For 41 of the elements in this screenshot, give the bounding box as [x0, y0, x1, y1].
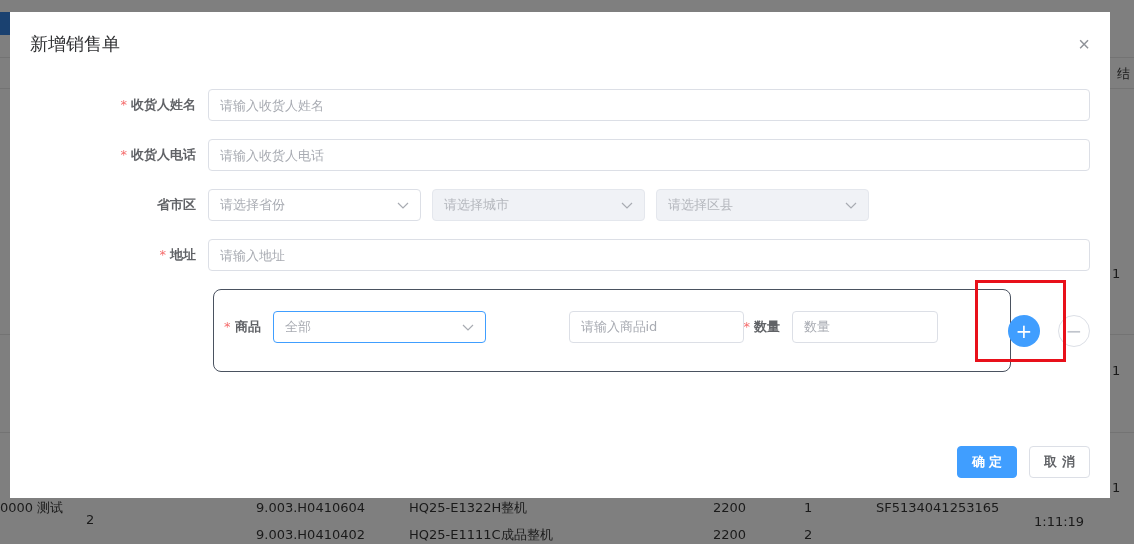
- select-field[interactable]: 全部: [272, 310, 486, 343]
- close-button[interactable]: ×: [1078, 34, 1090, 54]
- remove-button[interactable]: −: [1058, 314, 1090, 347]
- table-cell: 1: [1112, 363, 1121, 378]
- table-cell: 1: [804, 500, 813, 515]
- select-field[interactable]: 请选择省份: [208, 189, 421, 221]
- table-cell: 9.003.H0410402: [256, 527, 366, 542]
- table-cell: 2200: [713, 500, 747, 515]
- dialog-title: 新增销售单: [30, 32, 120, 56]
- field-label: 省市区: [157, 197, 196, 212]
- input-field[interactable]: 请输入收货人电话: [208, 139, 1090, 171]
- required-asterisk: *: [159, 247, 166, 262]
- confirm-button[interactable]: 确 定: [956, 446, 1018, 478]
- input-field[interactable]: 请输入地址: [208, 239, 1090, 271]
- cancel-button[interactable]: 取 消: [1029, 446, 1090, 478]
- header-bar: [0, 12, 10, 35]
- table-cell: 2: [804, 527, 813, 542]
- input-field[interactable]: 请输入商品id: [568, 310, 744, 343]
- required-asterisk: *: [120, 147, 127, 162]
- table-cell: 2: [86, 512, 95, 527]
- table-cell: 0000 测试: [0, 500, 64, 515]
- field-label: 数量: [754, 318, 780, 334]
- required-asterisk: *: [120, 97, 127, 112]
- table-cell: 9.003.H0410604: [256, 500, 366, 515]
- field-label: 收货人姓名: [131, 97, 196, 112]
- table-cell: 2200: [713, 527, 747, 542]
- required-asterisk: *: [224, 318, 231, 334]
- table-cell: HQ25-E1322H整机: [409, 500, 528, 515]
- field-label: 地址: [170, 247, 196, 262]
- table-cell: 1:11:19: [1034, 514, 1085, 529]
- add-button[interactable]: +: [1008, 314, 1040, 347]
- table-cell: SF5134041253165: [876, 500, 1000, 515]
- field-label: 收货人电话: [131, 147, 196, 162]
- input-field[interactable]: 请输入收货人姓名: [208, 89, 1090, 121]
- required-asterisk: *: [743, 318, 750, 334]
- table-cell: 1: [1112, 480, 1121, 495]
- table-header-cell: 结: [1117, 66, 1130, 81]
- table-cell: HQ25-E1111C成品整机: [409, 527, 553, 542]
- table-cell: 1: [1112, 266, 1121, 281]
- input-field[interactable]: 数量: [792, 310, 938, 343]
- field-label: 商品: [234, 318, 261, 334]
